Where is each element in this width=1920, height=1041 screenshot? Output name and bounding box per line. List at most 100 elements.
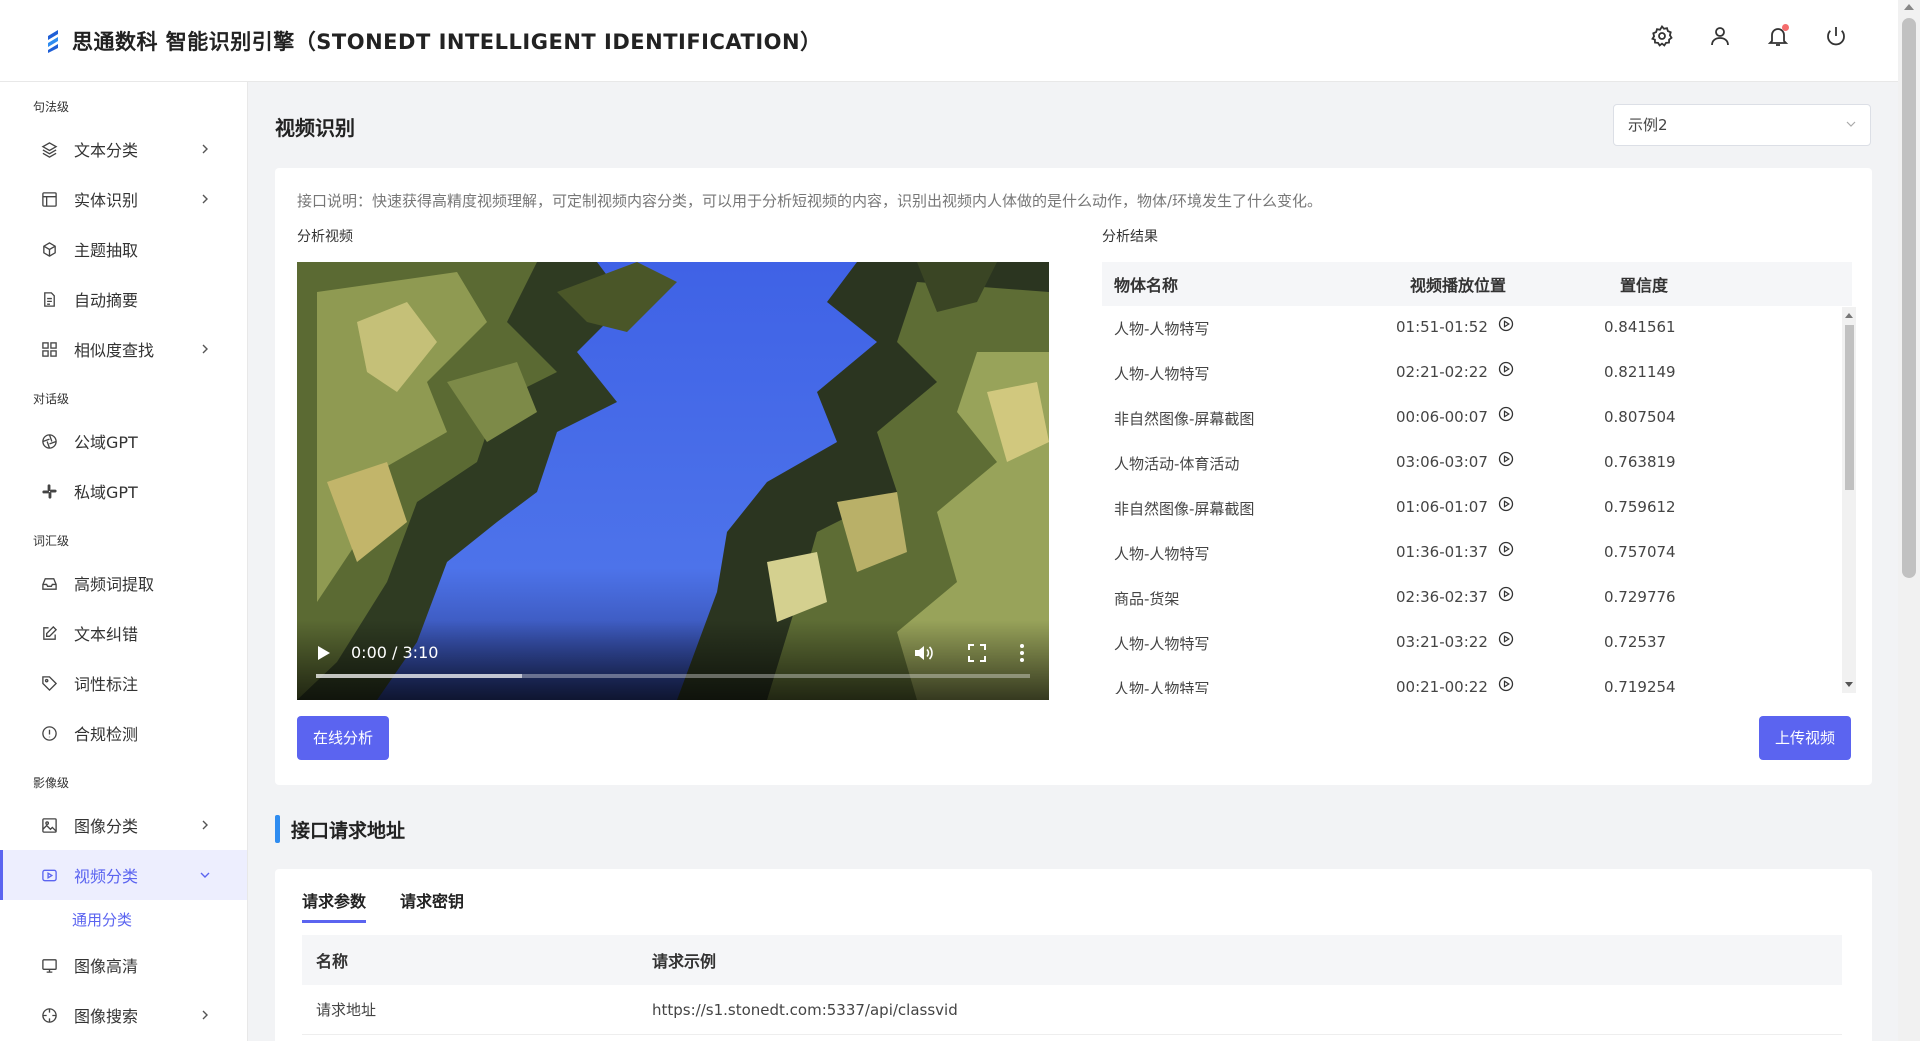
- sidebar-item-topic-extraction[interactable]: 主题抽取: [0, 224, 247, 274]
- play-position-cell: 01:51-01:52: [1380, 316, 1598, 336]
- inbox-icon: [40, 574, 58, 592]
- tab-request-params[interactable]: 请求参数: [302, 883, 367, 923]
- object-name: 非自然图像-屏幕截图: [1114, 500, 1255, 518]
- sidebar-item-image-classification[interactable]: 图像分类: [0, 800, 247, 850]
- play-circle-icon[interactable]: [1498, 586, 1514, 602]
- confidence: 0.821149: [1604, 362, 1676, 381]
- confidence: 0.763819: [1604, 452, 1676, 471]
- play-circle-icon[interactable]: [1498, 541, 1514, 557]
- table-row: 人物-人物特写 03:21-03:22 0.72537: [1102, 621, 1852, 666]
- sidebar-item-label: 私域GPT: [74, 483, 138, 502]
- object-name: 商品-货架: [1114, 590, 1180, 608]
- sidebar-item-label: 高频词提取: [74, 575, 155, 594]
- sidebar-item-label: 图像分类: [74, 817, 139, 836]
- play-position: 00:06-00:07: [1396, 407, 1488, 426]
- sidebar-item-label: 图像搜索: [74, 1007, 139, 1026]
- page-scrollbar[interactable]: [1898, 0, 1920, 1041]
- sidebar-item-auto-summary[interactable]: 自动摘要: [0, 274, 247, 324]
- col-header-name: 名称: [316, 952, 349, 971]
- object-name: 人物-人物特写: [1114, 680, 1210, 694]
- sidebar-item-entity-recognition[interactable]: 实体识别: [0, 174, 247, 224]
- param-value[interactable]: https://s1.stonedt.com:5337/api/classvid: [652, 1001, 1842, 1019]
- brand-title: 思通数科 智能识别引擎（STONEDT INTELLIGENT IDENTIFI…: [72, 29, 822, 54]
- upload-video-button[interactable]: 上传视频: [1759, 716, 1851, 760]
- play-circle-icon[interactable]: [1498, 496, 1514, 512]
- video-buffered: [316, 674, 522, 678]
- play-position-cell: 02:21-02:22: [1380, 361, 1598, 381]
- example-select-value: 示例2: [1628, 116, 1668, 134]
- scroll-down-arrow-icon[interactable]: [1845, 682, 1853, 687]
- sidebar-item-similarity-search[interactable]: 相似度查找: [0, 324, 247, 374]
- example-select[interactable]: 示例2: [1613, 104, 1871, 146]
- params-table: 名称 请求示例 请求地址 https://s1.stonedt.com:5337…: [302, 935, 1842, 1035]
- object-name: 非自然图像-屏幕截图: [1114, 410, 1255, 428]
- sidebar-item-label: 主题抽取: [74, 241, 139, 260]
- edit-icon: [40, 624, 58, 642]
- play-position-cell: 02:36-02:37: [1380, 586, 1598, 606]
- tag-icon: [40, 674, 58, 692]
- sidebar-item-keyword-extraction[interactable]: 高频词提取: [0, 558, 247, 608]
- sidebar-item-video-classification[interactable]: 视频分类: [0, 850, 247, 900]
- request-tabs: 请求参数 请求密钥: [302, 883, 464, 923]
- page-scrollbar-thumb[interactable]: [1902, 18, 1916, 578]
- confidence: 0.729776: [1604, 587, 1676, 606]
- sidebar-group-title: 影像级: [33, 776, 70, 790]
- crosshair-icon: [40, 1006, 58, 1024]
- sidebar-item-image-search[interactable]: 图像搜索: [0, 990, 247, 1040]
- user-icon[interactable]: [1708, 24, 1732, 48]
- more-options-icon[interactable]: [1019, 642, 1025, 664]
- api-request-card: 请求参数 请求密钥 名称 请求示例 请求地址 https://s1.stoned…: [275, 869, 1872, 1041]
- sidebar-item-label: 视频分类: [74, 867, 139, 886]
- play-circle-icon[interactable]: [1498, 676, 1514, 692]
- confidence: 0.841561: [1604, 317, 1676, 336]
- table-row: 非自然图像-屏幕截图 01:06-01:07 0.759612: [1102, 486, 1852, 531]
- result-scrollbar[interactable]: [1842, 307, 1856, 693]
- object-name: 人物活动-体育活动: [1114, 455, 1240, 473]
- fullscreen-icon[interactable]: [967, 643, 987, 663]
- sidebar-item-label: 文本分类: [74, 141, 139, 160]
- scroll-up-arrow-icon[interactable]: [1845, 313, 1853, 318]
- play-position: 01:06-01:07: [1396, 497, 1488, 516]
- result-scrollbar-thumb[interactable]: [1845, 325, 1854, 490]
- confidence: 0.757074: [1604, 542, 1676, 561]
- play-circle-icon[interactable]: [1498, 451, 1514, 467]
- notification-bell-icon[interactable]: [1766, 24, 1790, 48]
- sidebar-item-text-correction[interactable]: 文本纠错: [0, 608, 247, 658]
- object-name: 人物-人物特写: [1114, 365, 1210, 383]
- aperture-icon: [40, 432, 58, 450]
- play-position: 01:51-01:52: [1396, 317, 1488, 336]
- sidebar-item-label: 合规检测: [74, 725, 139, 744]
- play-circle-icon[interactable]: [1498, 361, 1514, 377]
- sidebar-subitem-general-classification[interactable]: 通用分类: [0, 900, 247, 940]
- play-circle-icon[interactable]: [1498, 406, 1514, 422]
- alert-circle-icon: [40, 724, 58, 742]
- sidebar-item-compliance-check[interactable]: 合规检测: [0, 708, 247, 758]
- play-circle-icon[interactable]: [1498, 316, 1514, 332]
- online-analysis-button[interactable]: 在线分析: [297, 716, 389, 760]
- table-row: 人物-人物特写 01:51-01:52 0.841561: [1102, 306, 1852, 351]
- sidebar-item-label: 自动摘要: [74, 291, 139, 310]
- tab-request-key[interactable]: 请求密钥: [400, 883, 464, 921]
- sidebar-item-private-gpt[interactable]: 私域GPT: [0, 466, 247, 516]
- video-player[interactable]: 0:00 / 3:10: [297, 262, 1049, 700]
- sidebar-group-title: 句法级: [33, 100, 70, 114]
- play-position: 01:36-01:37: [1396, 542, 1488, 561]
- monitor-icon: [40, 956, 58, 974]
- sidebar-item-image-hd[interactable]: 图像高清: [0, 940, 247, 990]
- power-icon[interactable]: [1824, 24, 1848, 48]
- document-icon: [40, 290, 58, 308]
- grid-icon: [40, 340, 58, 358]
- result-table-header: 物体名称 视频播放位置 置信度: [1102, 262, 1852, 306]
- volume-icon[interactable]: [912, 642, 934, 664]
- sidebar-item-text-classification[interactable]: 文本分类: [0, 124, 247, 174]
- section-accent-bar: [275, 815, 280, 843]
- play-circle-icon[interactable]: [1498, 631, 1514, 647]
- play-position-cell: 00:06-00:07: [1380, 406, 1598, 426]
- play-icon[interactable]: [317, 645, 331, 661]
- video-progress-bar[interactable]: [316, 674, 1030, 678]
- sidebar-item-pos-tagging[interactable]: 词性标注: [0, 658, 247, 708]
- settings-gear-icon[interactable]: [1650, 24, 1674, 48]
- confidence: 0.759612: [1604, 497, 1676, 516]
- scroll-up-arrow-icon[interactable]: [1904, 4, 1914, 10]
- sidebar-item-public-gpt[interactable]: 公域GPT: [0, 416, 247, 466]
